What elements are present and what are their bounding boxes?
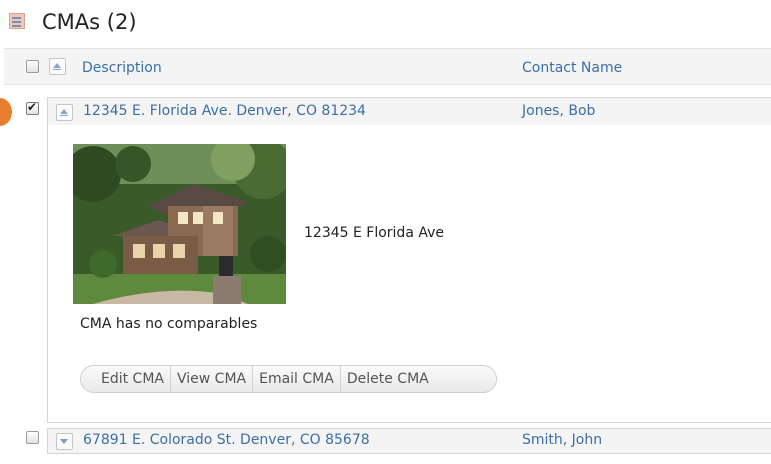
sort-up-icon[interactable]: [49, 58, 66, 75]
delete-cma-button[interactable]: Delete CMA: [341, 366, 435, 392]
view-cma-button[interactable]: View CMA: [171, 366, 254, 392]
step-callout-marker: [0, 98, 12, 126]
record-2-description[interactable]: 67891 E. Colorado St. Denver, CO 85678: [83, 431, 370, 449]
select-all-checkbox[interactable]: [26, 60, 39, 73]
column-header-description[interactable]: Description: [82, 59, 162, 77]
property-address-caption: 12345 E Florida Ave: [304, 225, 445, 241]
record-checkbox-1[interactable]: [26, 100, 39, 115]
column-header-contact-name[interactable]: Contact Name: [522, 59, 622, 77]
document-list-icon: [9, 13, 25, 29]
edit-cma-button[interactable]: Edit CMA: [95, 366, 171, 392]
comparables-note: CMA has no comparables: [80, 316, 258, 332]
record-1-contact[interactable]: Jones, Bob: [522, 102, 595, 120]
record-1-description[interactable]: 12345 E. Florida Ave. Denver, CO 81234: [83, 102, 366, 120]
expand-down-icon[interactable]: [56, 433, 73, 450]
email-cma-button[interactable]: Email CMA: [253, 366, 341, 392]
record-2-contact[interactable]: Smith, John: [522, 431, 602, 449]
section-title: CMAs (2): [42, 10, 137, 34]
property-photo: [73, 144, 286, 304]
record-checkbox-2[interactable]: [26, 431, 39, 444]
collapse-up-icon[interactable]: [56, 104, 73, 121]
table-header: Description Contact Name: [4, 48, 771, 85]
record-actions: Edit CMA View CMA Email CMA Delete CMA: [80, 365, 497, 393]
